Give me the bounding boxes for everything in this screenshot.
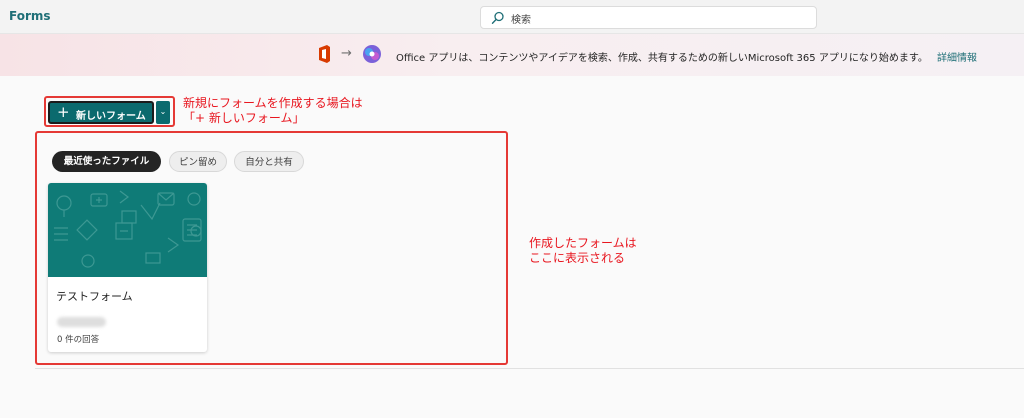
arrow-right-icon: → <box>341 46 352 61</box>
search-input[interactable]: 検索 <box>511 11 531 26</box>
search-box[interactable]: 検索 <box>480 6 817 29</box>
annotation-line: ここに表示される <box>529 251 626 265</box>
annotation-box-form-list <box>35 131 508 365</box>
top-bar: Forms 検索 <box>0 0 1024 34</box>
annotation-line: 作成したフォームは <box>529 236 637 250</box>
app-title[interactable]: Forms <box>9 9 51 23</box>
search-icon <box>491 11 504 24</box>
annotation-form-list-text: 作成したフォームは ここに表示される <box>529 236 637 266</box>
annotation-new-form-text: 新規にフォームを作成する場合は 「+ 新しいフォーム」 <box>183 96 363 126</box>
microsoft-365-logo-icon <box>363 45 381 63</box>
annotation-line: 「+ 新しいフォーム」 <box>183 111 305 125</box>
office-logo-icon <box>319 45 330 63</box>
content-divider <box>35 368 1024 369</box>
banner-learn-more-link[interactable]: 詳細情報 <box>937 49 977 64</box>
banner-message: Office アプリは、コンテンツやアイデアを検索、作成、共有するための新しいM… <box>396 53 928 64</box>
annotation-box-new-form <box>44 96 175 127</box>
announcement-banner: → Office アプリは、コンテンツやアイデアを検索、作成、共有するための新し… <box>0 34 1024 76</box>
annotation-line: 新規にフォームを作成する場合は <box>183 96 363 110</box>
